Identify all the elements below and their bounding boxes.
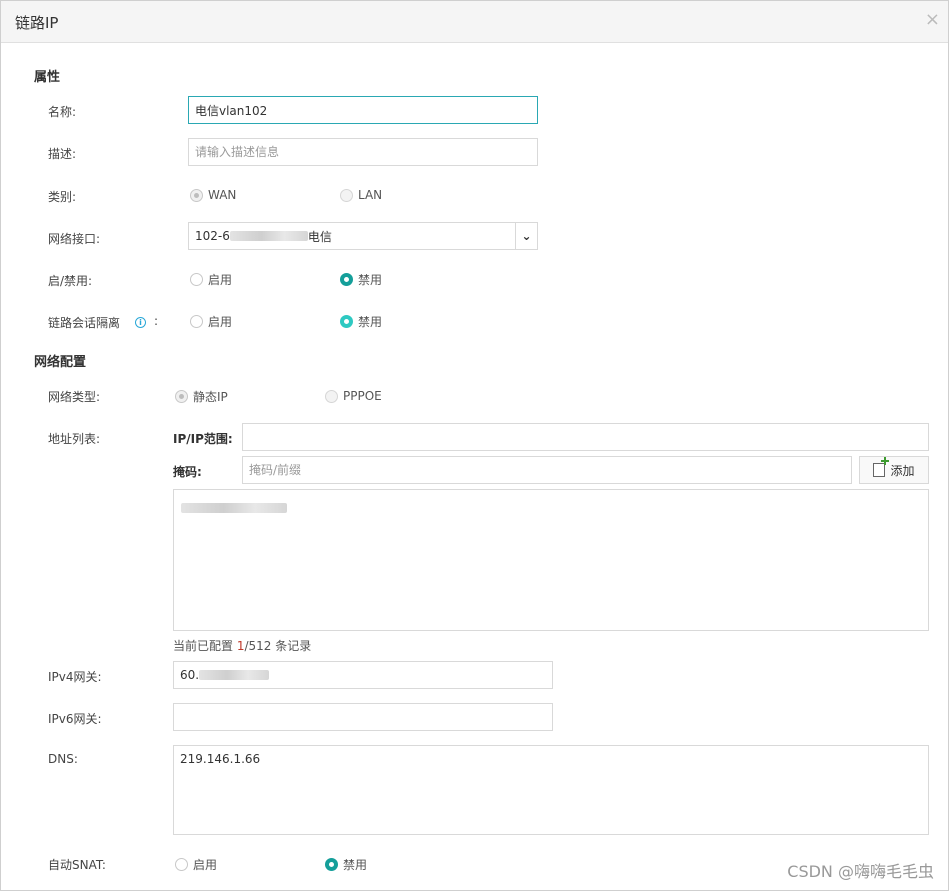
radio-indicator: [340, 188, 353, 202]
radio-indicator: [325, 389, 338, 403]
radio-label: 启用: [208, 272, 233, 287]
section-network-config: 网络配置: [34, 355, 87, 370]
radio-label: PPPOE: [343, 389, 382, 403]
section-attributes: 属性: [34, 70, 61, 85]
radio-label: WAN: [208, 188, 237, 202]
ipv6-gateway-input[interactable]: [173, 703, 553, 731]
chevron-down-icon[interactable]: ⌄: [515, 223, 537, 249]
radio-indicator: [175, 857, 188, 871]
radio-indicator: [190, 314, 203, 328]
radio-indicator: [340, 272, 353, 286]
isolation-colon: :: [154, 314, 159, 328]
radio-label: 启用: [208, 314, 233, 329]
radio-indicator: [340, 314, 353, 328]
isolation-label: 链路会话隔离: [48, 316, 121, 330]
snat-on-radio[interactable]: 启用: [175, 856, 217, 872]
description-label: 描述:: [48, 147, 77, 161]
auto-snat-label: 自动SNAT:: [48, 858, 106, 872]
record-count-prefix: 当前已配置: [173, 639, 237, 653]
add-file-icon: [873, 457, 890, 477]
close-icon[interactable]: ×: [925, 10, 940, 30]
enable-label: 启/禁用:: [48, 274, 93, 288]
category-label: 类别:: [48, 190, 77, 204]
radio-indicator: [190, 272, 203, 286]
ipv4-gateway-input[interactable]: 60.: [173, 661, 553, 689]
enable-on-radio[interactable]: 启用: [190, 271, 232, 287]
interface-value-prefix: 102-6: [195, 229, 230, 243]
enable-off-radio[interactable]: 禁用: [340, 271, 382, 287]
record-count: 当前已配置 1/512 条记录: [173, 637, 311, 654]
mask-label: 掩码:: [173, 465, 202, 479]
radio-label: 禁用: [358, 272, 383, 287]
ip-range-label: IP/IP范围:: [173, 432, 233, 446]
redacted-block: [181, 502, 287, 513]
nettype-static-radio[interactable]: 静态IP: [175, 388, 228, 404]
isolation-on-radio[interactable]: 启用: [190, 313, 232, 329]
ipv6-gateway-label: IPv6网关:: [48, 712, 102, 726]
ipv4-gateway-value: 60.: [180, 668, 200, 682]
interface-value-suffix: 电信: [307, 229, 332, 244]
interface-select[interactable]: 102-6 电信 ⌄: [188, 222, 538, 250]
radio-label: LAN: [358, 188, 383, 202]
name-input[interactable]: [188, 96, 538, 124]
dialog-titlebar: 链路IP ×: [1, 1, 948, 43]
snat-off-radio[interactable]: 禁用: [325, 856, 367, 872]
ipv4-gateway-label: IPv4网关:: [48, 670, 102, 684]
redacted-block: [229, 231, 308, 241]
category-wan-radio[interactable]: WAN: [190, 187, 236, 203]
radio-label: 禁用: [358, 314, 383, 329]
radio-label: 启用: [193, 857, 218, 872]
dns-label: DNS:: [48, 752, 78, 766]
watermark: CSDN @嗨嗨毛毛虫: [787, 862, 934, 881]
link-ip-dialog: 链路IP × 属性 名称: 描述: 类别: WAN LAN 网络接口: 102-…: [0, 0, 949, 891]
radio-indicator: [190, 188, 203, 202]
radio-label: 禁用: [343, 857, 368, 872]
dialog-title: 链路IP: [15, 14, 59, 32]
address-listbox[interactable]: [173, 489, 929, 631]
network-type-label: 网络类型:: [48, 390, 101, 404]
radio-indicator: [325, 857, 338, 871]
ip-range-input[interactable]: [242, 423, 929, 451]
list-item[interactable]: [181, 500, 287, 514]
dns-textarea[interactable]: [173, 745, 929, 835]
description-input[interactable]: [188, 138, 538, 166]
name-label: 名称:: [48, 105, 77, 119]
add-button[interactable]: 添加: [859, 456, 929, 484]
record-count-suffix: /512 条记录: [244, 639, 312, 653]
info-icon[interactable]: i: [135, 317, 146, 328]
radio-indicator: [175, 389, 188, 403]
add-button-label: 添加: [890, 463, 915, 478]
interface-label: 网络接口:: [48, 232, 101, 246]
mask-input[interactable]: [242, 456, 852, 484]
radio-label: 静态IP: [193, 389, 228, 404]
address-list-label: 地址列表:: [48, 432, 101, 446]
nettype-pppoe-radio[interactable]: PPPOE: [325, 388, 382, 404]
isolation-off-radio[interactable]: 禁用: [340, 313, 382, 329]
redacted-block: [199, 670, 270, 680]
category-lan-radio[interactable]: LAN: [340, 187, 382, 203]
